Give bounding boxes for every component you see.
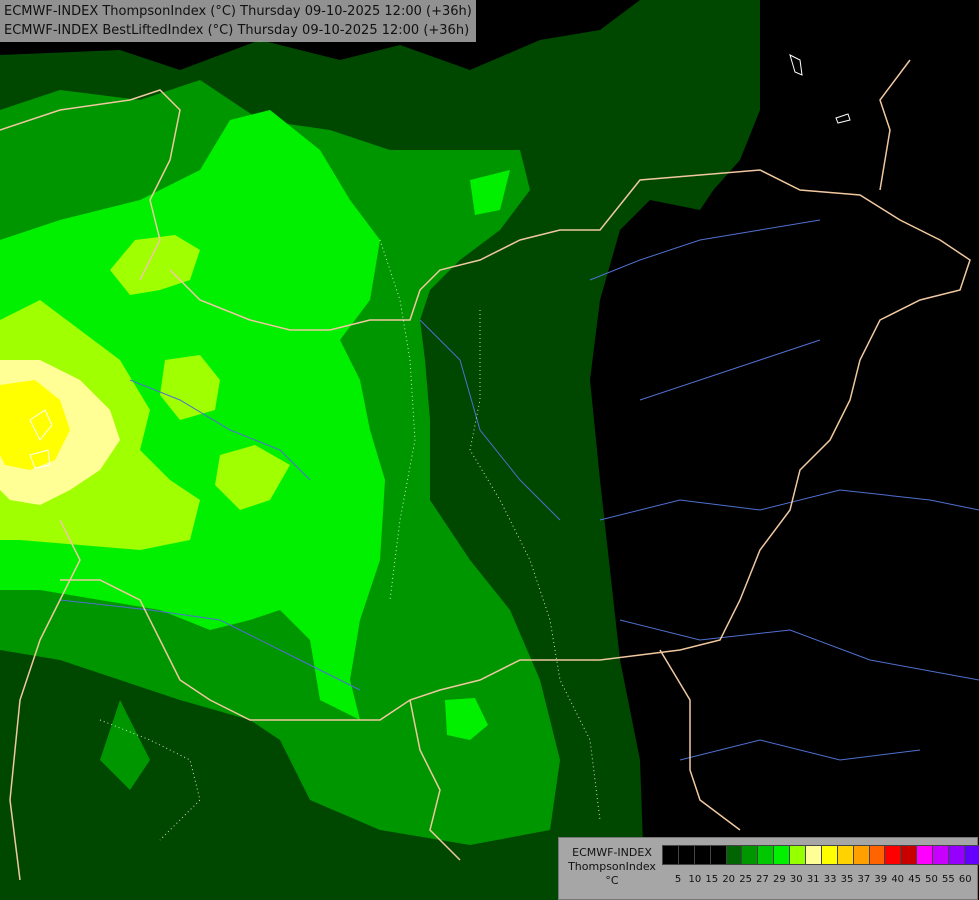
legend-unit: °C [605, 874, 619, 887]
legend-tick-label: 37 [857, 874, 871, 885]
legend-swatch [900, 845, 918, 865]
legend-swatch [948, 845, 965, 865]
legend-tick-label: 30 [789, 874, 803, 885]
legend-tick-label: 25 [739, 874, 752, 885]
legend-swatch [662, 845, 679, 865]
weather-map [0, 0, 979, 900]
legend-tick-label: 33 [823, 874, 837, 885]
legend-swatch [789, 845, 807, 865]
legend-swatch [852, 845, 870, 865]
title-thompson-index: ECMWF-INDEX ThompsonIndex (°C) Thursday … [4, 4, 472, 19]
legend-parameter: ThompsonIndex [568, 860, 656, 873]
title-best-lifted-index: ECMWF-INDEX BestLiftedIndex (°C) Thursda… [4, 23, 470, 38]
legend-tick-label: 5 [674, 874, 682, 885]
legend-swatch [709, 845, 727, 865]
legend-tick-label: 10 [688, 874, 702, 885]
map-title-box: ECMWF-INDEX ThompsonIndex (°C) Thursday … [0, 0, 476, 42]
legend-model: ECMWF-INDEX [572, 846, 652, 859]
legend-swatch [757, 845, 775, 865]
legend-swatch [820, 845, 838, 865]
legend-swatch [963, 845, 979, 865]
legend-tick-label: 31 [806, 874, 820, 885]
legend-tick-label: 55 [942, 874, 955, 885]
legend-swatch [741, 845, 759, 865]
legend-tick-label: 29 [773, 874, 786, 885]
legend-swatch [836, 845, 854, 865]
legend-swatch [932, 845, 950, 865]
legend-tick-label: 20 [722, 874, 736, 885]
legend-tick-label: 40 [891, 874, 905, 885]
legend-swatch [916, 845, 934, 865]
legend-tick-label: 35 [840, 874, 854, 885]
legend-tick-label: 39 [874, 874, 888, 885]
legend-ticks: 5 10 15 20 25 27 29 30 31 33 35 37 39 40 45 50 55 60 [662, 874, 974, 888]
legend-swatch [677, 845, 695, 865]
legend-label: ECMWF-INDEX ThompsonIndex °C [563, 846, 661, 888]
legend-swatch [693, 845, 711, 865]
legend-swatch [805, 845, 822, 865]
legend-tick-label: 50 [925, 874, 938, 885]
legend-tick-label: 45 [908, 874, 921, 885]
legend-tick-label: 27 [756, 874, 769, 885]
legend-swatch [725, 845, 743, 865]
legend-swatches [662, 845, 979, 865]
legend-tick-label: 60 [958, 874, 972, 885]
legend-tick-label: 15 [705, 874, 719, 885]
color-legend: ECMWF-INDEX ThompsonIndex °C 5 10 15 20 25 27… [558, 837, 979, 900]
legend-swatch [884, 845, 902, 865]
legend-swatch [868, 845, 886, 865]
legend-swatch [773, 845, 791, 865]
